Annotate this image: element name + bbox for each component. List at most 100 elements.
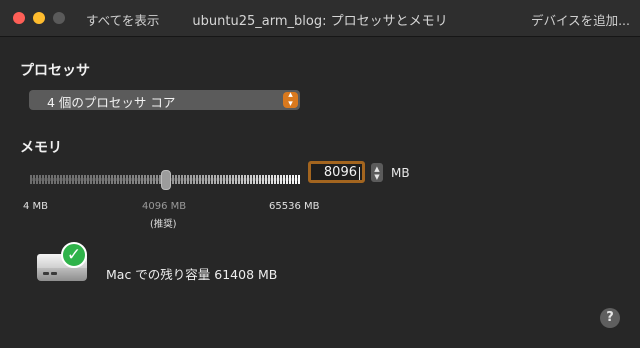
memory-size-field[interactable]: 8096 — [308, 161, 365, 183]
memory-slider-thumb[interactable] — [161, 170, 171, 190]
slider-tick — [33, 175, 35, 184]
slider-tick — [256, 175, 258, 184]
slider-tick — [42, 175, 44, 184]
slider-tick — [102, 175, 104, 184]
show-all-button[interactable]: すべてを表示 — [86, 10, 159, 29]
slider-tick — [156, 175, 158, 184]
slider-tick — [172, 175, 174, 184]
slider-tick — [141, 175, 143, 184]
zoom-window-button[interactable] — [53, 12, 65, 24]
slider-tick — [175, 175, 177, 184]
slider-tick — [147, 175, 149, 184]
slider-tick — [87, 175, 89, 184]
slider-tick — [144, 175, 146, 184]
memory-recommended-label: 4096 MB — [142, 201, 187, 212]
slider-tick — [268, 175, 270, 184]
slider-tick — [60, 175, 62, 184]
slider-tick — [126, 175, 128, 184]
memory-recommended-note: (推奨) — [150, 219, 177, 230]
slider-tick — [75, 175, 77, 184]
slider-tick — [208, 175, 210, 184]
slider-tick — [96, 175, 98, 184]
memory-min-label: 4 MB — [23, 201, 49, 212]
slider-tick — [223, 175, 225, 184]
slider-tick — [54, 175, 56, 184]
slider-tick — [235, 175, 237, 184]
slider-tick — [205, 175, 207, 184]
checkmark-icon: ✓ — [61, 242, 87, 268]
slider-tick — [214, 175, 216, 184]
slider-tick — [114, 175, 116, 184]
slider-tick — [123, 175, 125, 184]
slider-tick — [78, 175, 80, 184]
slider-tick — [274, 175, 276, 184]
slider-tick — [289, 175, 291, 184]
close-window-button[interactable] — [13, 12, 25, 24]
slider-tick — [280, 175, 282, 184]
slider-tick — [193, 175, 195, 184]
processor-core-popup[interactable]: 4 個のプロセッサ コア ▴ ▾ — [29, 90, 300, 110]
slider-tick — [199, 175, 201, 184]
slider-tick — [277, 175, 279, 184]
slider-tick — [283, 175, 285, 184]
slider-tick — [135, 175, 137, 184]
slider-tick — [181, 175, 183, 184]
slider-tick — [226, 175, 228, 184]
slider-tick — [298, 175, 300, 184]
slider-tick — [247, 175, 249, 184]
slider-tick — [244, 175, 246, 184]
slider-tick — [90, 175, 92, 184]
slider-tick — [36, 175, 38, 184]
chevron-up-down-icon: ▴ ▾ — [283, 91, 298, 109]
slider-tick — [63, 175, 65, 184]
stepper-down-icon[interactable]: ▼ — [374, 173, 379, 181]
slider-tick — [108, 175, 110, 184]
slider-tick — [259, 175, 261, 184]
slider-tick — [271, 175, 273, 184]
slider-tick — [57, 175, 59, 184]
slider-tick — [150, 175, 152, 184]
slider-tick — [253, 175, 255, 184]
add-device-button[interactable]: デバイスを追加... — [531, 10, 630, 29]
memory-unit-label: MB — [391, 166, 410, 180]
slider-tick — [220, 175, 222, 184]
slider-tick — [48, 175, 50, 184]
slider-tick — [138, 175, 140, 184]
slider-tick — [196, 175, 198, 184]
memory-stepper[interactable]: ▲ ▼ — [371, 163, 383, 182]
slider-tick — [69, 175, 71, 184]
window-title: ubuntu25_arm_blog: プロセッサとメモリ — [192, 14, 448, 29]
slider-tick — [105, 175, 107, 184]
slider-tick — [99, 175, 101, 184]
slider-tick — [187, 175, 189, 184]
help-button[interactable]: ? — [600, 308, 620, 328]
slider-tick — [72, 175, 74, 184]
slider-tick — [81, 175, 83, 184]
slider-tick — [229, 175, 231, 184]
slider-tick — [66, 175, 68, 184]
slider-tick — [292, 175, 294, 184]
slider-tick — [178, 175, 180, 184]
slider-tick — [190, 175, 192, 184]
stepper-up-icon[interactable]: ▲ — [374, 165, 379, 173]
text-caret — [359, 167, 360, 180]
slider-tick — [295, 175, 297, 184]
slider-tick — [286, 175, 288, 184]
slider-tick — [84, 175, 86, 184]
slider-tick — [129, 175, 131, 184]
slider-tick — [153, 175, 155, 184]
minimize-window-button[interactable] — [33, 12, 45, 24]
slider-tick — [30, 175, 32, 184]
slider-tick — [93, 175, 95, 184]
free-space-text: Mac での残り容量 61408 MB — [106, 267, 278, 282]
slider-tick — [45, 175, 47, 184]
memory-size-value: 8096 — [323, 165, 357, 180]
title-bar: すべてを表示 ubuntu25_arm_blog: プロセッサとメモリ デバイス… — [0, 0, 640, 37]
slider-tick — [217, 175, 219, 184]
memory-max-label: 65536 MB — [269, 201, 320, 212]
slider-tick — [51, 175, 53, 184]
slider-tick — [132, 175, 134, 184]
slider-tick — [120, 175, 122, 184]
slider-tick — [117, 175, 119, 184]
slider-tick — [265, 175, 267, 184]
